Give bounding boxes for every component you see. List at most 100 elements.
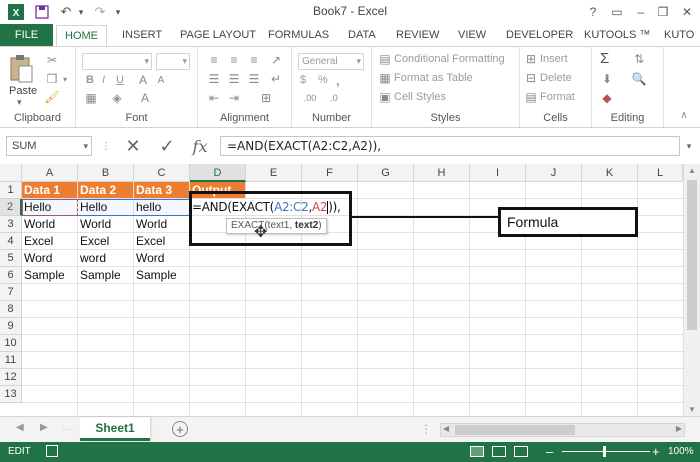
cell-b5[interactable]: word bbox=[78, 250, 134, 267]
paste-dropdown-icon[interactable]: ▾ bbox=[17, 97, 22, 108]
cell-b2[interactable]: Hello bbox=[78, 199, 134, 216]
row-header-13[interactable]: 13 bbox=[0, 386, 22, 403]
hscroll-right-icon[interactable]: ▶ bbox=[676, 424, 682, 433]
column-header-e[interactable]: E bbox=[246, 164, 302, 182]
row-header-6[interactable]: 6 bbox=[0, 267, 22, 284]
top-align-icon[interactable]: ≡ bbox=[206, 52, 222, 68]
split-handle-icon[interactable]: ⋮ bbox=[420, 422, 432, 436]
column-header-g[interactable]: G bbox=[358, 164, 414, 182]
column-header-f[interactable]: F bbox=[302, 164, 358, 182]
column-header-j[interactable]: J bbox=[526, 164, 582, 182]
tab-review[interactable]: REVIEW bbox=[396, 24, 439, 46]
decrease-decimal-icon[interactable]: .0 bbox=[324, 91, 344, 105]
tab-view[interactable]: VIEW bbox=[458, 24, 486, 46]
merge-center-icon[interactable]: ⊞ bbox=[258, 90, 274, 106]
column-header-c[interactable]: C bbox=[134, 164, 190, 182]
page-layout-view-icon[interactable] bbox=[492, 446, 506, 457]
percent-button[interactable]: % bbox=[318, 74, 328, 86]
hscroll-thumb[interactable] bbox=[455, 425, 575, 435]
name-box[interactable]: SUM ▾ bbox=[6, 136, 92, 156]
close-icon[interactable]: ✕ bbox=[676, 2, 698, 22]
cell-a4[interactable]: Excel bbox=[22, 233, 78, 250]
normal-view-icon[interactable] bbox=[470, 446, 484, 457]
sheet-tab-sheet1[interactable]: Sheet1 bbox=[80, 417, 150, 441]
help-icon[interactable]: ? bbox=[582, 2, 604, 22]
cell-c3[interactable]: World bbox=[134, 216, 190, 233]
borders-icon[interactable]: ▦ bbox=[84, 91, 98, 105]
increase-indent-icon[interactable]: ⇥ bbox=[226, 90, 242, 106]
row-header-3[interactable]: 3 bbox=[0, 216, 22, 233]
cell-b6[interactable]: Sample bbox=[78, 267, 134, 284]
font-color-icon[interactable]: A bbox=[138, 91, 152, 105]
ribbon-display-icon[interactable]: ▭ bbox=[606, 2, 628, 22]
wrap-text-icon[interactable]: ↵ bbox=[268, 71, 284, 87]
cell-c6[interactable]: Sample bbox=[134, 267, 190, 284]
row-header-9[interactable]: 9 bbox=[0, 318, 22, 335]
cell-c5[interactable]: Word bbox=[134, 250, 190, 267]
zoom-slider[interactable] bbox=[562, 451, 650, 452]
paste-button[interactable]: Paste bbox=[9, 85, 37, 97]
bold-button[interactable]: B bbox=[86, 74, 94, 86]
hscroll-left-icon[interactable]: ◀ bbox=[443, 424, 449, 433]
cell-c4[interactable]: Excel bbox=[134, 233, 190, 250]
cut-icon[interactable]: ✂ bbox=[44, 52, 60, 68]
select-all-corner[interactable] bbox=[0, 164, 22, 182]
scroll-thumb[interactable] bbox=[687, 180, 697, 330]
row-header-5[interactable]: 5 bbox=[0, 250, 22, 267]
copy-dropdown-icon[interactable]: ▾ bbox=[60, 71, 70, 87]
restore-icon[interactable]: ❐ bbox=[652, 2, 674, 22]
decrease-indent-icon[interactable]: ⇤ bbox=[206, 90, 222, 106]
font-grow-icon[interactable]: A bbox=[136, 73, 150, 87]
increase-decimal-icon[interactable]: .00 bbox=[300, 91, 320, 105]
column-header-b[interactable]: B bbox=[78, 164, 134, 182]
zoom-slider-thumb[interactable] bbox=[603, 446, 606, 457]
insert-cells-button[interactable]: Insert bbox=[540, 53, 568, 65]
horizontal-scrollbar[interactable]: ◀ ▶ bbox=[440, 423, 685, 437]
row-header-12[interactable]: 12 bbox=[0, 369, 22, 386]
row-header-8[interactable]: 8 bbox=[0, 301, 22, 318]
middle-align-icon[interactable]: ≡ bbox=[226, 52, 242, 68]
cancel-icon[interactable]: ✕ bbox=[120, 135, 146, 157]
row-header-1[interactable]: 1 bbox=[0, 182, 22, 199]
tab-developer[interactable]: DEVELOPER bbox=[506, 24, 573, 46]
fill-color-icon[interactable]: ◈ bbox=[110, 91, 124, 105]
cell-a2[interactable]: Hello bbox=[22, 199, 78, 216]
name-box-dropdown-icon[interactable]: ▾ bbox=[83, 137, 88, 155]
paste-icon[interactable] bbox=[6, 53, 36, 85]
format-cells-button[interactable]: Format bbox=[540, 91, 575, 103]
insert-function-button[interactable]: fx bbox=[186, 135, 214, 157]
cell-a3[interactable]: World bbox=[22, 216, 78, 233]
currency-button[interactable]: $ bbox=[300, 74, 306, 86]
page-break-view-icon[interactable] bbox=[514, 446, 528, 457]
orientation-icon[interactable]: ↗ bbox=[268, 52, 284, 68]
clear-icon[interactable]: ◆ bbox=[598, 90, 616, 106]
tab-page-layout[interactable]: PAGE LAYOUT bbox=[180, 24, 256, 46]
cell-b4[interactable]: Excel bbox=[78, 233, 134, 250]
formula-input[interactable]: =AND(EXACT(A2:C2,A2)), bbox=[220, 136, 680, 156]
cell-c1[interactable]: Data 3 bbox=[134, 182, 190, 199]
tab-kutools[interactable]: KUTOOLS ™ bbox=[584, 24, 650, 46]
tab-formulas[interactable]: FORMULAS bbox=[268, 24, 329, 46]
row-header-11[interactable]: 11 bbox=[0, 352, 22, 369]
row-header-2[interactable]: 2 bbox=[0, 199, 22, 216]
italic-button[interactable]: I bbox=[102, 74, 105, 86]
sort-filter-icon[interactable]: ⇅ bbox=[628, 50, 650, 68]
zoom-out-button[interactable]: – bbox=[546, 444, 553, 459]
column-header-d[interactable]: D bbox=[190, 164, 246, 182]
row-header-7[interactable]: 7 bbox=[0, 284, 22, 301]
tab-data[interactable]: DATA bbox=[348, 24, 376, 46]
sheet-next-icon[interactable]: ▶ bbox=[40, 422, 48, 433]
minimize-icon[interactable]: – bbox=[630, 2, 652, 22]
autosum-button[interactable]: Σ bbox=[600, 50, 609, 67]
format-painter-icon[interactable]: 🖌 bbox=[44, 89, 60, 105]
column-header-l[interactable]: L bbox=[638, 164, 683, 182]
align-left-icon[interactable]: ☰ bbox=[206, 71, 222, 87]
align-right-icon[interactable]: ☰ bbox=[246, 71, 262, 87]
tab-kutools-plus[interactable]: KUTO bbox=[664, 24, 694, 46]
tab-file[interactable]: FILE bbox=[0, 24, 53, 46]
number-format-combo[interactable]: General bbox=[298, 53, 364, 70]
expand-formula-bar-icon[interactable]: ▾ bbox=[682, 135, 696, 157]
find-select-icon[interactable]: 🔍 bbox=[628, 71, 650, 87]
sheet-more-icon[interactable]: … bbox=[62, 422, 72, 433]
comma-button[interactable]: , bbox=[336, 73, 340, 88]
